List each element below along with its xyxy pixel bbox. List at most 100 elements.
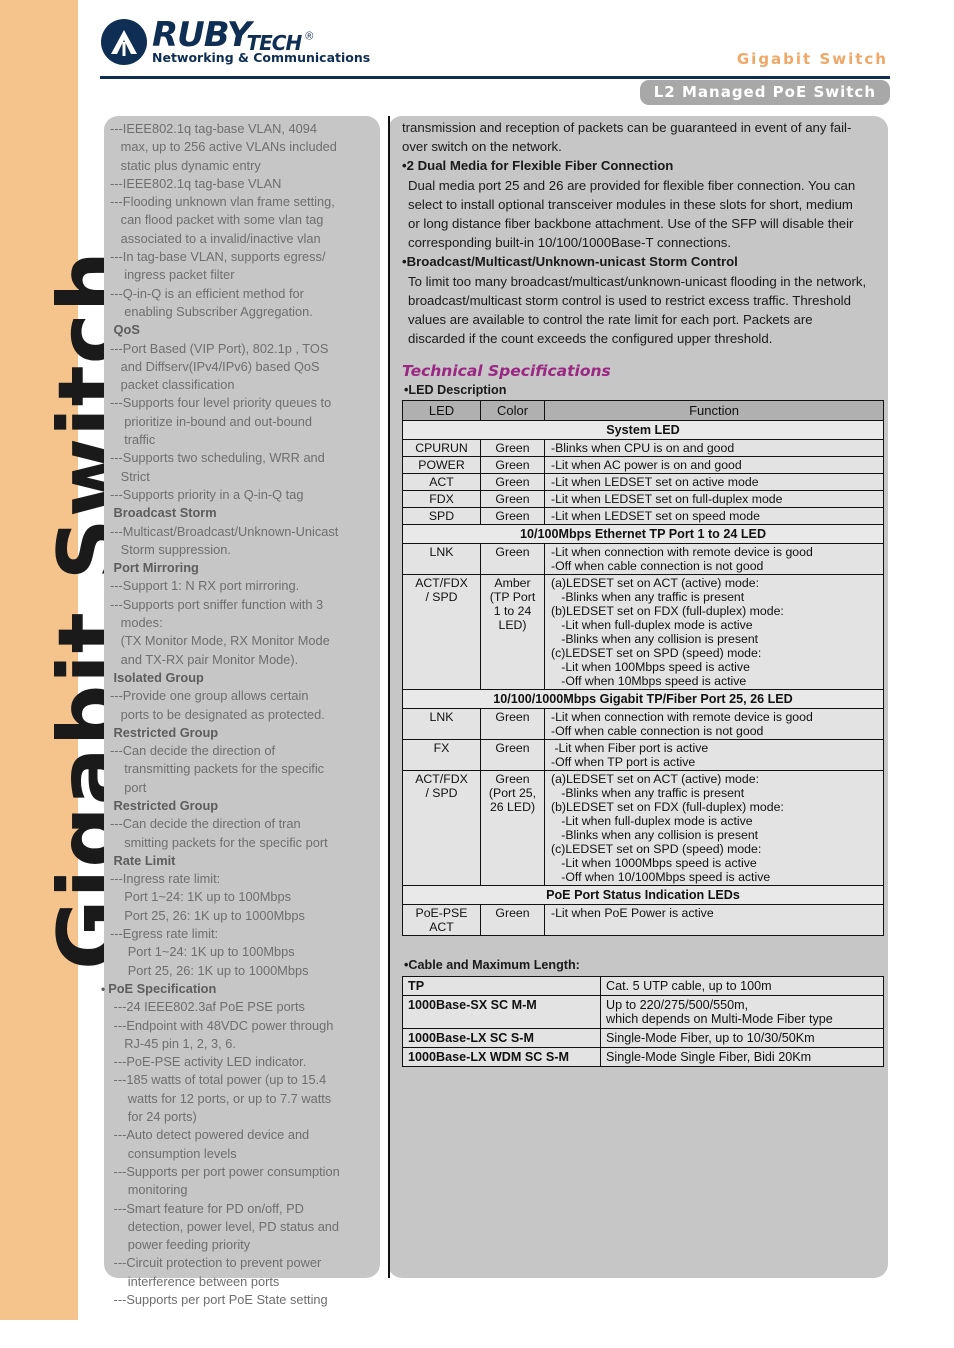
feature-line: ---Q-in-Q is an efficient method for bbox=[110, 285, 304, 301]
section-paragraph: Dual media port 25 and 26 are provided f… bbox=[402, 176, 882, 253]
function-line: -Lit when LEDSET set on active mode bbox=[551, 475, 759, 490]
led-function-cell: (a)LEDSET set on ACT (active) mode: -Bli… bbox=[544, 574, 884, 691]
feature-line: Port 1~24: 1K up to 100Mbps bbox=[110, 889, 292, 905]
feature-line: Port 1~24: 1K up to 100Mbps bbox=[110, 944, 295, 960]
cable-length-cell: Single-Mode Fiber, up to 10/30/50Km bbox=[600, 1028, 884, 1049]
registered-trademark-icon: ® bbox=[305, 30, 314, 43]
table-row: POWER Green -Lit when AC power is on and g… bbox=[402, 456, 884, 475]
spec-content: transmission and reception of packets ca… bbox=[402, 118, 884, 1068]
function-line: -Blinks when any traffic is present bbox=[551, 590, 745, 605]
cable-type-cell: 1000Base-LX SC S-M bbox=[402, 1028, 601, 1049]
feature-line: ---Ingress rate limit: bbox=[110, 871, 221, 887]
feature-line: ---Can decide the direction of bbox=[110, 743, 276, 759]
feature-line: associated to a invalid/inactive vlan bbox=[110, 230, 321, 246]
feature-line: modes: bbox=[110, 615, 163, 631]
led-name-cell: SPD bbox=[402, 507, 481, 526]
table-row: 1000Base-LX SC S-M Single-Mode Fiber, up … bbox=[402, 1028, 884, 1049]
feature-line: ---Supports port sniffer function with 3 bbox=[110, 596, 324, 612]
feature-line: port bbox=[110, 779, 147, 795]
function-line: -Off when 10/100Mbps speed is active bbox=[551, 870, 771, 885]
column-header: Color bbox=[480, 400, 545, 422]
table-row: 1000Base-LX WDM SC S-M Single-Mode Single… bbox=[402, 1047, 884, 1068]
table-row: ACT/FDX / SPD Green (Port 25, 26 LED) (a)LEDS… bbox=[402, 770, 884, 887]
table-row: LNK Green -Lit when connection with remote… bbox=[402, 543, 884, 576]
section-title-cell: 10/100Mbps Ethernet TP Port 1 to 24 LED bbox=[402, 524, 884, 545]
feature-line: Strict bbox=[110, 468, 150, 484]
table-row: 1000Base-SX SC M-M Up to 220/275/500/550… bbox=[402, 995, 884, 1030]
led-function-cell: -Lit when PoE Power is active bbox=[544, 904, 884, 937]
paragraph-line: select to install optional transceiver m… bbox=[408, 196, 853, 212]
cable-type-cell: 1000Base-LX WDM SC S-M bbox=[402, 1047, 601, 1068]
cable-length-line: Single-Mode Single Fiber, Bidi 20Km bbox=[606, 1050, 812, 1065]
feature-line: ingress packet filter bbox=[110, 267, 235, 283]
feature-line: detection, power level, PD status and bbox=[110, 1218, 340, 1234]
led-function-cell: (a)LEDSET set on ACT (active) mode: -Bli… bbox=[544, 770, 884, 887]
function-line: -Lit when PoE Power is active bbox=[551, 906, 714, 921]
led-color-cell: Green bbox=[480, 507, 545, 526]
feature-line: and TX-RX pair Monitor Mode). bbox=[110, 651, 299, 667]
feature-line: ---Supports four level priority queues t… bbox=[110, 395, 332, 411]
paragraph-line: discarded if the count exceeds the confi… bbox=[408, 331, 773, 347]
feature-group-heading: Port Mirroring bbox=[110, 560, 199, 576]
paragraph-line: To limit too many broadcast/multicast/un… bbox=[408, 273, 867, 289]
led-name-cell: POWER bbox=[402, 456, 481, 475]
paragraph-line: transmission and reception of packets ca… bbox=[402, 120, 852, 135]
table-row: TP Cat. 5 UTP cable, up to 100m bbox=[402, 976, 884, 997]
feature-line: Port 25, 26: 1K up to 1000Mbps bbox=[110, 962, 309, 978]
feature-line: max, up to 256 active VLANs included bbox=[110, 139, 337, 155]
led-color-cell: Amber (TP Port 1 to 24 LED) bbox=[480, 574, 545, 691]
product-line-label: Gigabit Switch bbox=[736, 50, 888, 68]
led-function-cell: -Lit when connection with remote device … bbox=[544, 708, 884, 741]
function-line: (c)LEDSET set on SPD (speed) mode: bbox=[551, 842, 762, 857]
feature-line: ---185 watts of total power (up to 15.4 bbox=[110, 1072, 327, 1088]
led-function-cell: -Blinks when CPU is on and good bbox=[544, 439, 884, 458]
table-row: CPURUN Green -Blinks when CPU is on and go… bbox=[402, 439, 884, 458]
function-line: (a)LEDSET set on ACT (active) mode: bbox=[551, 772, 759, 787]
function-line: -Lit when LEDSET set on full-duplex mode bbox=[551, 492, 783, 507]
feature-line: ---Supports per port power consumption bbox=[110, 1163, 340, 1179]
column-divider bbox=[388, 116, 390, 1278]
section-heading: 2 Dual Media for Flexible Fiber Connecti… bbox=[402, 156, 882, 175]
feature-line: ---Supports two scheduling, WRR and bbox=[110, 450, 325, 466]
function-line: -Lit when connection with remote device … bbox=[551, 710, 813, 725]
side-band: Gigabit Switch bbox=[0, 0, 140, 1320]
feature-line: prioritize in-bound and out-bound bbox=[110, 413, 313, 429]
feature-group-heading: Restricted Group bbox=[110, 724, 219, 740]
led-name-cell: ACT/FDX / SPD bbox=[402, 574, 481, 691]
feature-line: RJ-45 pin 1, 2, 3, 6. bbox=[110, 1035, 236, 1051]
led-name-cell: ACT/FDX / SPD bbox=[402, 770, 481, 887]
feature-sections: 2 Dual Media for Flexible Fiber Connecti… bbox=[402, 156, 882, 348]
led-color-cell: Green bbox=[480, 904, 545, 937]
feature-group-heading: Rate Limit bbox=[110, 852, 176, 868]
feature-group-heading: QoS bbox=[110, 322, 140, 338]
table-row: FDX Green -Lit when LEDSET set on full-dup… bbox=[402, 490, 884, 509]
feature-line: Storm suppression. bbox=[110, 541, 231, 557]
product-model-badge: L2 Managed PoE Switch bbox=[639, 80, 890, 105]
led-description-table: LED Color Function System LED CPURUN Green -Bl… bbox=[402, 400, 884, 937]
feature-line: ---Support 1: N RX port mirroring. bbox=[110, 578, 300, 594]
feature-line: watts for 12 ports, or up to 7.7 watts bbox=[110, 1090, 332, 1106]
led-description-label: LED Description bbox=[404, 383, 882, 397]
feature-line: for 24 ports) bbox=[110, 1109, 197, 1125]
function-line: -Blinks when any collision is present bbox=[551, 828, 759, 843]
paragraph-line: or long distance fiber backbone attachme… bbox=[408, 216, 854, 232]
table-row: SPD Green -Lit when LEDSET set on speed mo… bbox=[402, 507, 884, 526]
function-line: -Blinks when any traffic is present bbox=[551, 786, 745, 801]
led-function-cell: -Lit when LEDSET set on full-duplex mode bbox=[544, 490, 884, 509]
feature-list: ---IEEE802.1q tag-base VLAN, 4094 max, u… bbox=[108, 120, 378, 1309]
feature-line: static plus dynamic entry bbox=[110, 157, 261, 173]
feature-line: ports to be designated as protected. bbox=[110, 706, 325, 722]
column-header: Function bbox=[544, 400, 884, 422]
paragraph-line: values are available to control the rate… bbox=[408, 312, 813, 328]
feature-line: ---Smart feature for PD on/off, PD bbox=[110, 1200, 304, 1216]
function-line: -Lit when full-duplex mode is active bbox=[551, 814, 753, 829]
feature-line: ---Supports priority in a Q-in-Q tag bbox=[110, 486, 304, 502]
function-line: -Lit when full-duplex mode is active bbox=[551, 618, 753, 633]
function-line: -Off when TP port is active bbox=[551, 755, 696, 770]
column-header: LED bbox=[402, 400, 481, 422]
led-function-cell: -Lit when LEDSET set on speed mode bbox=[544, 507, 884, 526]
brand-logo: RUBYTECH ® Networking & Communications bbox=[100, 18, 370, 66]
technical-specifications-title: Technical Specifications bbox=[402, 362, 611, 381]
feature-line: ---Multicast/Broadcast/Unknown-Unicast bbox=[110, 523, 339, 539]
led-color-cell: Green bbox=[480, 439, 545, 458]
